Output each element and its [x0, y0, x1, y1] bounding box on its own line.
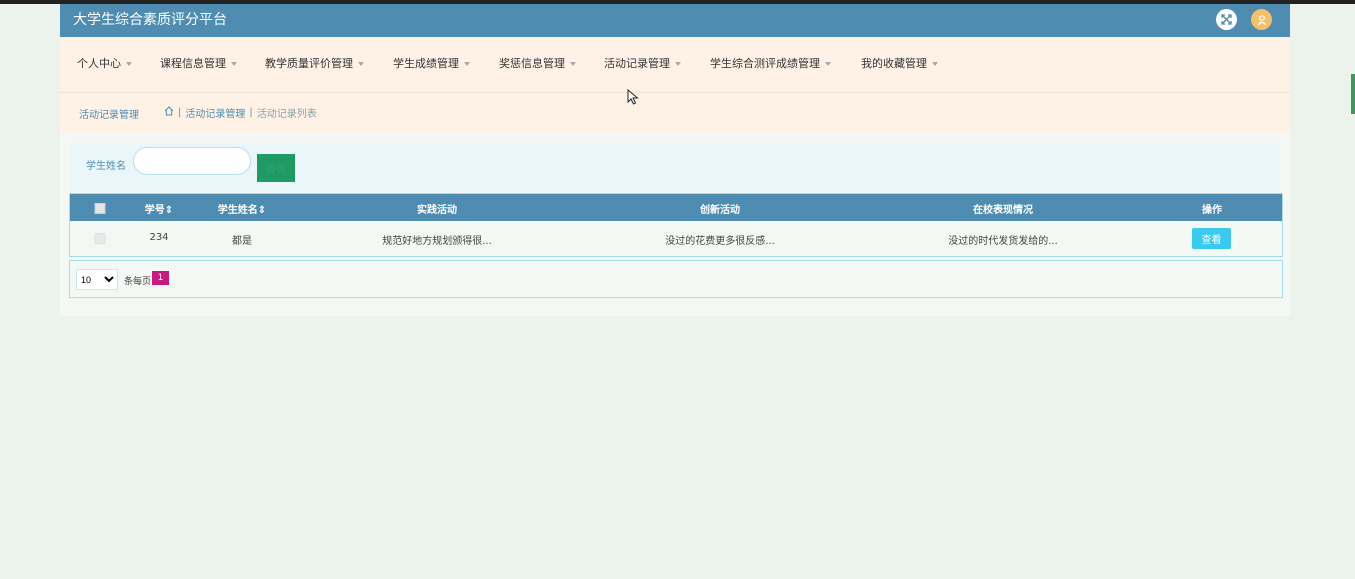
pagination: 10 条每页 1 — [69, 260, 1283, 298]
search-button[interactable]: 查询 — [257, 154, 295, 182]
table-header: 学号⇕ 学生姓名⇕ 实践活动 创新活动 在校表现情况 操作 — [70, 194, 1282, 221]
breadcrumb-item-activity-management[interactable]: 活动记录管理 — [185, 105, 245, 120]
nav-personal-center[interactable]: 个人中心 — [77, 56, 132, 72]
breadcrumb: | 活动记录管理 | 活动记录列表 — [164, 105, 321, 120]
app-container: 大学生综合素质评分平台 个人中心 课程信息管理 教学质量评价管理 学生成绩管理 … — [60, 4, 1290, 316]
cell-innovation: 没过的花费更多很反感... — [665, 236, 775, 247]
cell-practice: 规范好地方规划颁得很... — [382, 236, 492, 247]
top-header: 大学生综合素质评分平台 — [60, 4, 1290, 37]
nav-comprehensive-scores[interactable]: 学生综合测评成绩管理 — [710, 56, 831, 72]
column-header-performance: 在校表现情况 — [973, 205, 1033, 216]
cell-performance: 没过的时代发货发给的... — [948, 236, 1058, 247]
column-header-student-id[interactable]: 学号⇕ — [145, 201, 173, 216]
caret-down-icon — [358, 62, 364, 66]
nav-label: 个人中心 — [77, 57, 121, 70]
cell-student-id: 234 — [149, 232, 169, 243]
user-avatar-icon[interactable] — [1251, 9, 1272, 30]
student-name-input[interactable] — [133, 147, 251, 175]
search-bar: 学生姓名 查询 — [70, 143, 1280, 191]
caret-down-icon — [126, 62, 132, 66]
fullscreen-icon[interactable] — [1216, 9, 1237, 30]
column-header-label: 学号 — [144, 205, 165, 216]
nav-rewards-penalties[interactable]: 奖惩信息管理 — [499, 56, 576, 72]
section-title: 活动记录管理 — [79, 110, 139, 121]
cell-student-name: 都是 — [232, 236, 252, 247]
breadcrumb-item-activity-list: 活动记录列表 — [256, 109, 317, 120]
column-header-student-name[interactable]: 学生姓名⇕ — [218, 201, 266, 216]
main-nav: 个人中心 课程信息管理 教学质量评价管理 学生成绩管理 奖惩信息管理 活动记录管… — [60, 37, 1290, 93]
nav-course-info[interactable]: 课程信息管理 — [160, 56, 237, 72]
caret-down-icon — [825, 62, 831, 66]
row-checkbox[interactable] — [94, 233, 106, 244]
page-size-select[interactable]: 10 — [76, 269, 118, 290]
nav-activity-records[interactable]: 活动记录管理 — [604, 56, 681, 72]
caret-down-icon — [675, 62, 681, 66]
nav-student-grades[interactable]: 学生成绩管理 — [393, 56, 470, 72]
caret-down-icon — [932, 62, 938, 66]
nav-favorites[interactable]: 我的收藏管理 — [861, 56, 938, 72]
nav-label: 我的收藏管理 — [861, 57, 927, 70]
breadcrumb-separator: | — [178, 107, 182, 118]
caret-down-icon — [464, 62, 470, 66]
side-scroll-tab[interactable] — [1351, 74, 1355, 114]
breadcrumb-bar: 活动记录管理 | 活动记录管理 | 活动记录列表 — [60, 93, 1290, 133]
column-header-actions: 操作 — [1202, 205, 1222, 216]
nav-label: 学生综合测评成绩管理 — [710, 57, 820, 70]
column-header-label: 学生姓名 — [217, 205, 258, 216]
nav-label: 学生成绩管理 — [393, 57, 459, 70]
nav-label: 奖惩信息管理 — [499, 57, 565, 70]
view-button[interactable]: 查看 — [1192, 228, 1231, 249]
nav-label: 教学质量评价管理 — [265, 57, 353, 70]
column-header-innovation: 创新活动 — [700, 205, 740, 216]
nav-teaching-evaluation[interactable]: 教学质量评价管理 — [265, 56, 364, 72]
mouse-cursor-icon — [627, 88, 639, 109]
home-icon[interactable] — [164, 106, 174, 119]
app-title: 大学生综合素质评分平台 — [73, 12, 227, 28]
activity-records-table: 学号⇕ 学生姓名⇕ 实践活动 创新活动 在校表现情况 操作 234 都是 规范好… — [69, 193, 1283, 257]
per-page-label: 条每页 — [124, 277, 152, 287]
select-all-checkbox[interactable] — [94, 203, 106, 214]
breadcrumb-separator: | — [249, 107, 253, 118]
nav-label: 活动记录管理 — [604, 57, 670, 70]
caret-down-icon — [570, 62, 576, 66]
nav-label: 课程信息管理 — [160, 57, 226, 70]
student-name-label: 学生姓名 — [86, 161, 126, 172]
page-button-current[interactable]: 1 — [152, 271, 169, 285]
caret-down-icon — [231, 62, 237, 66]
column-header-practice: 实践活动 — [417, 205, 457, 216]
